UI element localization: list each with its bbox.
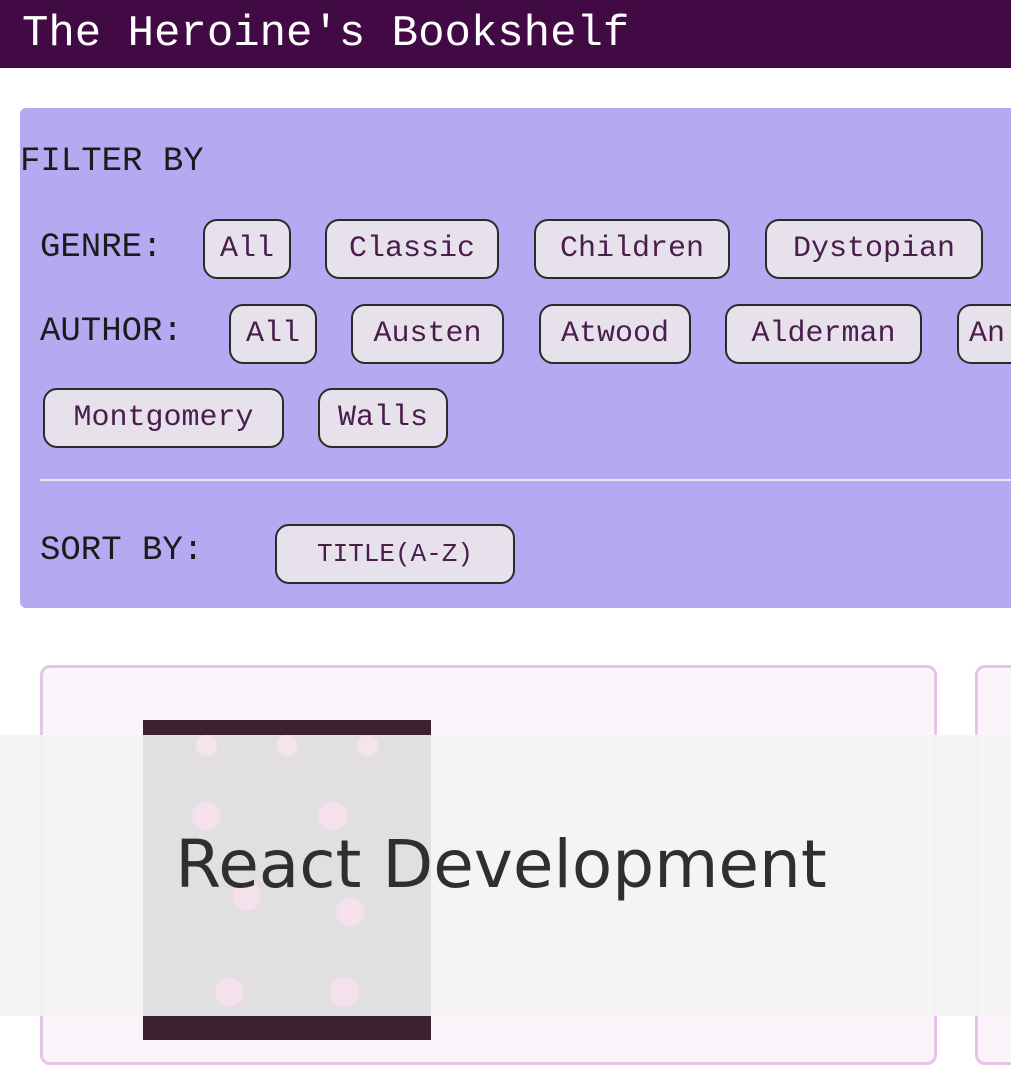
author-chip-an[interactable]: An: [957, 304, 1011, 364]
sort-select[interactable]: TITLE(A-Z): [275, 524, 515, 584]
filter-heading: FILTER BY: [20, 143, 204, 181]
author-chip-montgomery[interactable]: Montgomery: [43, 388, 284, 448]
author-label: AUTHOR:: [40, 313, 183, 351]
author-chip-walls[interactable]: Walls: [318, 388, 448, 448]
author-chip-alderman[interactable]: Alderman: [725, 304, 922, 364]
site-title: The Heroine's Bookshelf: [22, 9, 630, 59]
genre-chip-all[interactable]: All: [203, 219, 291, 279]
genre-chip-dystopian[interactable]: Dystopian: [765, 219, 983, 279]
sort-label: SORT BY:: [40, 532, 204, 570]
author-chip-atwood[interactable]: Atwood: [539, 304, 691, 364]
author-chip-all[interactable]: All: [229, 304, 317, 364]
genre-chip-classic[interactable]: Classic: [325, 219, 499, 279]
filter-divider: [40, 479, 1011, 481]
overlay-message: React Development: [175, 826, 827, 903]
site-header: The Heroine's Bookshelf: [0, 0, 1011, 68]
genre-chip-children[interactable]: Children: [534, 219, 730, 279]
genre-label: GENRE:: [40, 229, 163, 267]
author-chip-austen[interactable]: Austen: [351, 304, 504, 364]
